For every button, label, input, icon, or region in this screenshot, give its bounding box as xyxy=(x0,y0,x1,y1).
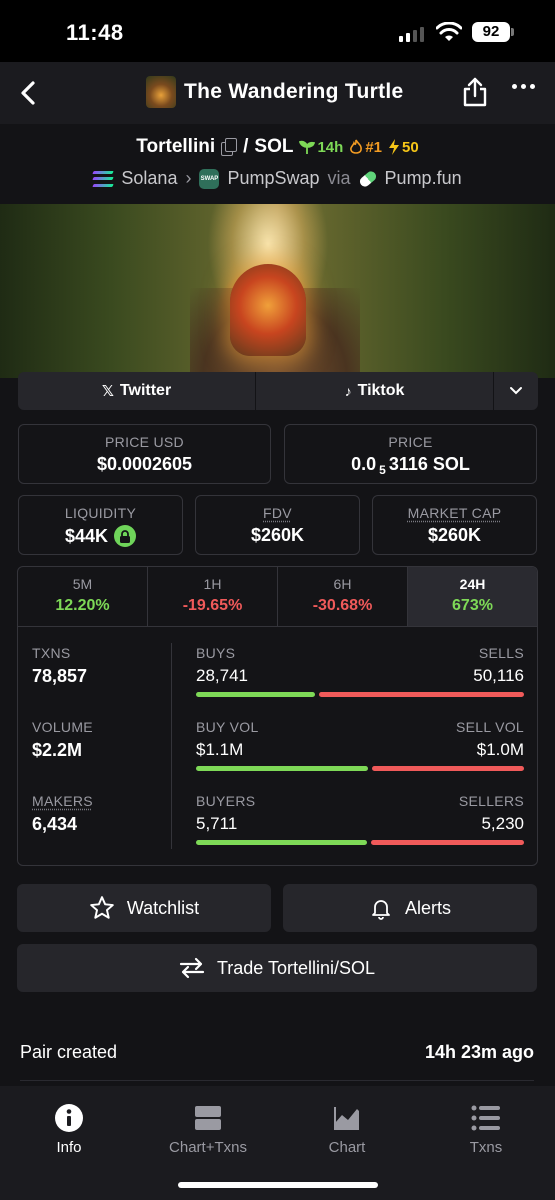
tab-chart-txns[interactable]: Chart+Txns xyxy=(153,1104,263,1156)
trending-rank-badge: #1 xyxy=(349,139,382,156)
copy-icon[interactable] xyxy=(221,138,238,156)
swap-arrows-icon xyxy=(179,957,205,979)
volume-stat: VOLUME $2.2M xyxy=(32,719,93,760)
social-links-bar: 𝕏 Twitter ♪ Tiktok xyxy=(18,372,538,410)
quote-token-name: SOL xyxy=(254,136,294,157)
buy-sell-volume-stat: BUY VOL SELL VOL $1.1M $1.0M xyxy=(196,719,524,771)
base-token-name: Tortellini xyxy=(136,136,216,157)
trading-stats-panel: 5M 12.20% 1H -19.65% 6H -30.68% 24H 673%… xyxy=(17,566,538,866)
page-title: The Wandering Turtle xyxy=(184,80,404,103)
tab-info[interactable]: Info xyxy=(14,1104,124,1156)
fire-icon xyxy=(350,139,363,154)
buys-sells-stat: BUYS SELLS 28,741 50,116 xyxy=(196,645,524,697)
status-time: 11:48 xyxy=(66,20,124,45)
back-arrow-icon[interactable] xyxy=(14,78,44,108)
list-icon xyxy=(471,1105,500,1131)
tiktok-link[interactable]: ♪ Tiktok xyxy=(256,372,494,410)
area-chart-icon xyxy=(334,1107,359,1130)
split-view-icon xyxy=(195,1106,221,1130)
sells-count: 50,116 xyxy=(473,666,524,685)
nav-bar: The Wandering Turtle xyxy=(0,62,555,124)
makers-stat: MAKERS 6,434 xyxy=(32,793,93,834)
price-usd-card: PRICE USD $0.0002605 xyxy=(18,424,271,484)
volume-ratio-bar xyxy=(196,766,524,771)
fdv-card: FDV $260K xyxy=(195,495,360,555)
sellers-count: 5,230 xyxy=(481,814,524,833)
battery-tip xyxy=(511,28,514,36)
lock-icon[interactable] xyxy=(114,525,137,547)
pill-icon xyxy=(357,168,378,189)
buys-sells-ratio-bar xyxy=(196,692,524,697)
bell-icon xyxy=(372,900,390,920)
trade-button[interactable]: Trade Tortellini/SOL xyxy=(17,944,537,992)
star-icon xyxy=(90,896,114,919)
social-expand-button[interactable] xyxy=(494,372,538,410)
wifi-icon xyxy=(436,22,462,41)
tab-chart[interactable]: Chart xyxy=(292,1104,402,1156)
via-label: via xyxy=(327,168,351,188)
pair-created-value: 14h 23m ago xyxy=(424,1042,534,1062)
tab-5m[interactable]: 5M 12.20% xyxy=(18,567,148,626)
pair-header: Tortellini / SOL 14h #1 50 xyxy=(0,136,555,158)
stats-divider xyxy=(171,643,172,849)
pair-separator: / xyxy=(243,136,249,157)
price-native-value: 0.0 5 3116 SOL xyxy=(351,454,470,477)
battery-icon: 92 xyxy=(472,22,510,42)
tab-6h[interactable]: 6H -30.68% xyxy=(278,567,408,626)
buyers-sellers-stat: BUYERS SELLERS 5,711 5,230 xyxy=(196,793,524,845)
timeframe-tabs: 5M 12.20% 1H -19.65% 6H -30.68% 24H 673% xyxy=(18,567,537,627)
fdv-value: $260K xyxy=(250,525,305,545)
pumpswap-icon: SWAP xyxy=(199,168,220,189)
tab-24h[interactable]: 24H 673% xyxy=(408,567,537,626)
row-divider xyxy=(20,1080,534,1081)
buyers-ratio-bar xyxy=(196,840,524,845)
pair-created-label: Pair created xyxy=(20,1042,118,1062)
x-logo-icon: 𝕏 xyxy=(101,383,114,400)
token-banner-image xyxy=(0,204,555,378)
liquidity-card: LIQUIDITY $44K xyxy=(18,495,183,555)
token-avatar xyxy=(146,76,176,108)
market-cap-value: $260K xyxy=(427,525,482,545)
age-badge: 14h xyxy=(299,139,343,156)
price-native-card: PRICE 0.0 5 3116 SOL xyxy=(284,424,537,484)
price-usd-value: $0.0002605 xyxy=(96,454,193,474)
sell-volume: $1.0M xyxy=(476,740,524,759)
buys-count: 28,741 xyxy=(196,666,248,685)
info-icon xyxy=(55,1104,83,1132)
home-indicator xyxy=(178,1182,378,1188)
seedling-icon xyxy=(299,140,316,154)
dex-name[interactable]: PumpSwap xyxy=(227,168,319,189)
boost-badge: 50 xyxy=(388,139,419,156)
chevron-down-icon xyxy=(510,387,522,395)
alerts-button[interactable]: Alerts xyxy=(283,884,537,932)
chevron-right-icon: › xyxy=(185,168,192,188)
solana-icon xyxy=(92,170,115,187)
cellular-signal-icon xyxy=(399,26,424,42)
lightning-icon xyxy=(389,139,399,155)
chain-breadcrumb: Solana › SWAP PumpSwap via Pump.fun xyxy=(0,168,555,189)
more-options-icon[interactable] xyxy=(512,84,535,89)
tab-1h[interactable]: 1H -19.65% xyxy=(148,567,278,626)
chain-name[interactable]: Solana xyxy=(121,168,177,189)
liquidity-value: $44K xyxy=(64,525,109,546)
token-detail-content: Tortellini / SOL 14h #1 50 Solana › SWAP… xyxy=(0,124,555,1086)
watchlist-button[interactable]: Watchlist xyxy=(17,884,271,932)
txns-stat: TXNS 78,857 xyxy=(32,645,88,686)
pair-created-row: Pair created 14h 23m ago xyxy=(20,1042,534,1063)
market-cap-card: MARKET CAP $260K xyxy=(372,495,537,555)
buyers-count: 5,711 xyxy=(196,814,238,833)
twitter-link[interactable]: 𝕏 Twitter xyxy=(18,372,256,410)
buy-volume: $1.1M xyxy=(196,740,244,759)
launchpad-name[interactable]: Pump.fun xyxy=(385,168,462,189)
tab-txns[interactable]: Txns xyxy=(431,1104,541,1156)
share-icon[interactable] xyxy=(460,76,490,108)
banner-turtle-figure xyxy=(230,264,306,356)
status-bar: 11:48 92 xyxy=(0,0,555,62)
tiktok-icon: ♪ xyxy=(344,383,352,399)
nav-title-group: The Wandering Turtle xyxy=(146,76,404,108)
